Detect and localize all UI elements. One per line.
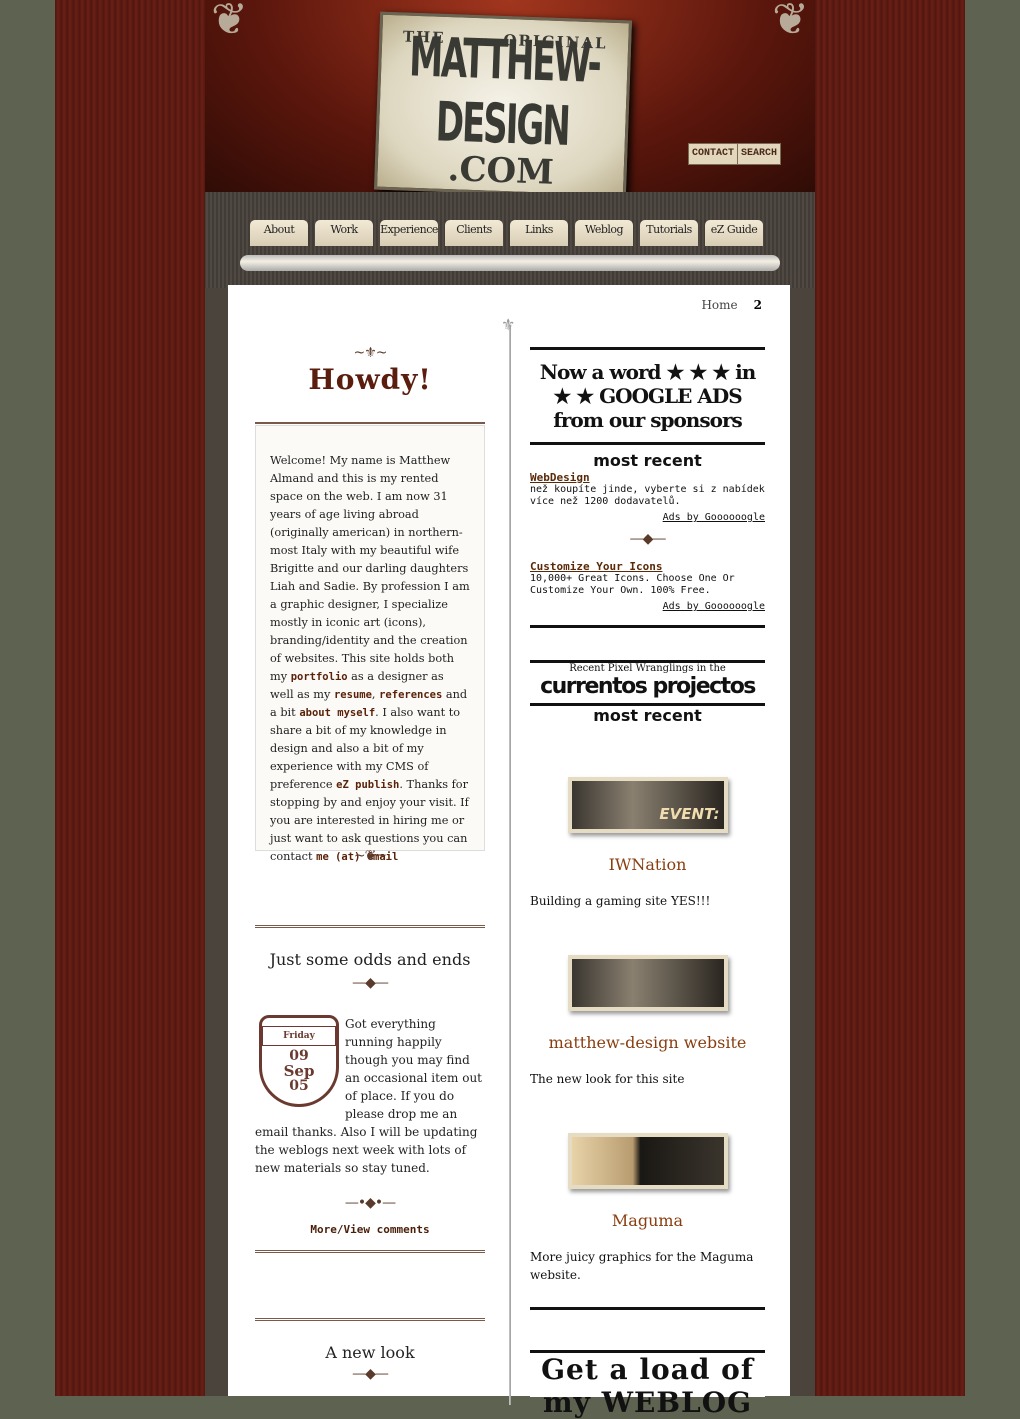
page-frame: ❦ ❦ THE ORIGINAL MATTHEW-DESIGN .COM CON… xyxy=(205,0,815,1419)
about-link[interactable]: about myself xyxy=(299,707,375,719)
tab-experience[interactable]: Experience xyxy=(380,220,438,246)
project-item: EVENT: IWNation Building a gaming site Y… xyxy=(530,777,765,910)
main-nav: About Work Experience Clients Links Webl… xyxy=(205,192,815,288)
ads-by-google-link[interactable]: Ads by Goooooogle xyxy=(530,601,765,612)
divider xyxy=(255,925,485,928)
intro-box: Welcome! My name is Matthew Almand and t… xyxy=(255,425,485,863)
breadcrumb-home[interactable]: Home xyxy=(701,298,737,312)
project-desc: More juicy graphics for the Maguma websi… xyxy=(530,1250,754,1282)
fleur-icon: ⚜ xyxy=(501,315,516,334)
resume-link[interactable]: resume xyxy=(334,689,372,701)
post-title[interactable]: A new look xyxy=(255,1343,485,1362)
date-badge: Friday 09 Sep 05 xyxy=(259,1015,339,1107)
project-title[interactable]: matthew-design website xyxy=(530,1033,765,1052)
ornament-icon: ❦ xyxy=(772,0,809,45)
tab-about[interactable]: About xyxy=(250,220,308,246)
post: Just some odds and ends —◆— Friday 09 Se… xyxy=(255,925,485,1253)
ez-publish-link[interactable]: eZ publish xyxy=(336,779,399,791)
project-item: matthew-design website The new look for … xyxy=(530,955,765,1088)
site-logo[interactable]: THE ORIGINAL MATTHEW-DESIGN .COM xyxy=(373,11,633,199)
right-background xyxy=(815,0,965,1396)
references-link[interactable]: references xyxy=(379,689,442,701)
tab-clients[interactable]: Clients xyxy=(445,220,503,246)
post: A new look —◆— xyxy=(255,1318,485,1382)
ads-by-google-link[interactable]: Ads by Goooooogle xyxy=(530,512,765,523)
flourish-icon: ~⚜~ xyxy=(353,345,387,361)
projects-banner: Recent Pixel Wranglings in the currentos… xyxy=(530,625,765,750)
ad-link[interactable]: Customize Your Icons xyxy=(530,560,765,573)
column-divider xyxy=(509,325,511,1405)
tab-work[interactable]: Work xyxy=(315,220,373,246)
ad-link[interactable]: WebDesign xyxy=(530,471,765,484)
more-comments-link[interactable]: More/View comments xyxy=(255,1223,485,1236)
tab-weblog[interactable]: Weblog xyxy=(575,220,633,246)
flourish-icon: —◆— xyxy=(352,1366,389,1382)
project-thumbnail[interactable] xyxy=(567,955,728,1011)
project-desc: The new look for this site xyxy=(530,1072,685,1086)
project-desc: Building a gaming site YES!!! xyxy=(530,894,711,908)
contact-button[interactable]: CONTACT xyxy=(688,143,739,165)
flourish-icon: —◆— xyxy=(629,531,667,547)
ad-item: WebDesign než koupíte jinde, vyberte si … xyxy=(530,471,765,523)
search-button[interactable]: SEARCH xyxy=(737,143,781,165)
decorative-bar xyxy=(240,255,780,271)
portfolio-link[interactable]: portfolio xyxy=(291,671,348,683)
project-item: Maguma More juicy graphics for the Magum… xyxy=(530,1133,765,1284)
project-title[interactable]: IWNation xyxy=(530,855,765,874)
project-thumbnail[interactable] xyxy=(567,1133,728,1189)
howdy-heading: Howdy! xyxy=(308,363,432,396)
left-background xyxy=(55,0,205,1396)
flourish-icon: —•◆•— xyxy=(344,1195,396,1211)
breadcrumb: Home 2 xyxy=(701,298,762,312)
ornament-icon: ❦ xyxy=(211,0,248,45)
tab-links[interactable]: Links xyxy=(510,220,568,246)
ad-item: Customize Your Icons 10,000+ Great Icons… xyxy=(530,560,765,612)
flourish-icon: ~❦~ xyxy=(353,848,387,864)
page-number: 2 xyxy=(753,298,762,312)
divider xyxy=(255,1318,485,1321)
tab-ez-guide[interactable]: eZ Guide xyxy=(705,220,763,246)
post-title[interactable]: Just some odds and ends xyxy=(255,950,485,969)
divider xyxy=(255,422,485,424)
google-ads-banner: Now a word ★ ★ ★ in ★ ★ GOOGLE ADS from … xyxy=(530,347,765,470)
project-title[interactable]: Maguma xyxy=(530,1211,765,1230)
flourish-icon: —◆— xyxy=(352,975,389,991)
project-thumbnail[interactable]: EVENT: xyxy=(567,777,728,833)
post-body: Friday 09 Sep 05 Got everything running … xyxy=(255,1015,483,1175)
content-area: Home 2 ⚜ ~⚜~ Howdy! Welcome! My name is M… xyxy=(228,285,790,1419)
weblog-banner: Get a load of my WEBLOG xyxy=(530,1307,765,1419)
divider xyxy=(255,1250,485,1253)
tab-tutorials[interactable]: Tutorials xyxy=(640,220,698,246)
header: ❦ ❦ THE ORIGINAL MATTHEW-DESIGN .COM CON… xyxy=(205,0,815,199)
